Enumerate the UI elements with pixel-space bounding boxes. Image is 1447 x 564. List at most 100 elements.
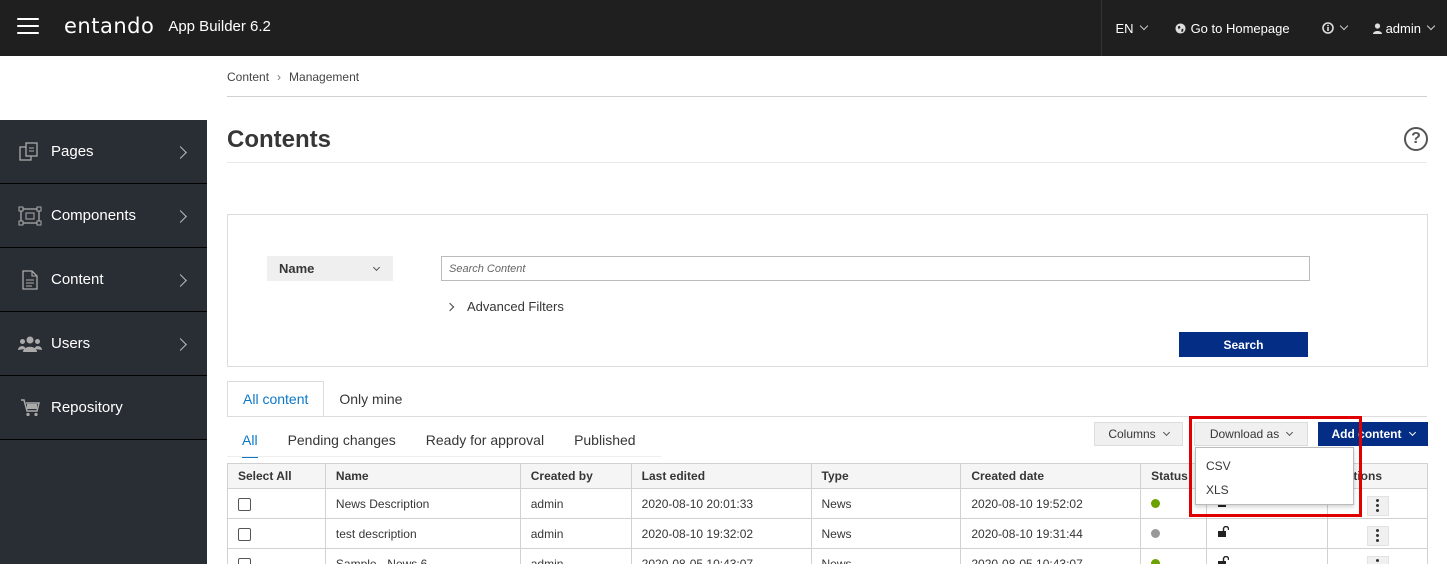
cell-name: News Description [324,488,521,519]
row-checkbox[interactable] [238,557,251,564]
columns-button[interactable]: Columns [1094,422,1183,446]
tab-published[interactable]: Published [559,424,651,456]
breadcrumb: Content › Management [227,70,359,84]
unlock-icon [1218,525,1230,537]
header-last-edited[interactable]: Last edited [630,463,812,489]
brand-logo[interactable]: entando App Builder 6.2 [64,12,271,40]
page-title: Contents [227,126,331,153]
advanced-filters-toggle[interactable]: Advanced Filters [445,299,564,314]
chevron-down-icon [372,263,381,272]
columns-label: Columns [1108,427,1156,441]
language-dropdown[interactable]: EN [1102,0,1161,56]
content-scope-tabs: All content Only mine [227,381,417,417]
sidebar-item-pages[interactable]: Pages [0,120,207,184]
cell-type: News [810,518,962,549]
cell-created-by: admin [519,518,632,549]
add-content-label: Add content [1331,427,1402,441]
kebab-icon [1369,529,1387,543]
chevron-down-icon [1426,21,1436,31]
tab-pending-changes[interactable]: Pending changes [273,424,411,456]
chevron-down-icon [1139,21,1148,31]
status-dot [1151,528,1161,538]
language-label: EN [1115,20,1134,36]
table-row: Sample - News 6 admin 2020-08-05 10:43:0… [227,548,1428,564]
sidebar-item-repository[interactable]: Repository [0,376,207,440]
top-right-menu: EN Go to Homepage admin [1100,0,1447,56]
table-row: test description admin 2020-08-10 19:32:… [227,518,1428,549]
tab-all[interactable]: All [227,424,273,458]
chevron-right-icon [174,210,187,223]
cell-name: Sample - News 6 [324,548,521,564]
sidebar-item-label: Components [51,207,137,224]
download-as-button[interactable]: Download as [1194,422,1308,446]
chevron-right-icon [445,302,455,311]
content-icon [18,269,42,290]
cell-created-by: admin [519,548,632,564]
search-field-label: Name [279,261,315,276]
download-xls-option[interactable]: XLS [1196,478,1353,502]
header-created-date[interactable]: Created date [960,463,1142,489]
cell-type: News [810,548,962,564]
cell-last-edited: 2020-08-10 20:01:33 [630,488,812,519]
user-dropdown[interactable]: admin [1359,0,1447,56]
row-actions-button[interactable] [1366,555,1389,564]
download-csv-option[interactable]: CSV [1196,454,1353,478]
chevron-down-icon [1162,428,1170,436]
sidebar-item-label: Users [51,335,91,352]
app-title: App Builder 6.2 [168,17,271,35]
search-input[interactable] [441,256,1310,281]
user-icon [1372,22,1382,34]
cell-created-date: 2020-08-10 19:52:02 [960,488,1142,519]
download-menu: CSV XLS [1195,447,1354,505]
sidebar-item-users[interactable]: Users [0,312,207,376]
header-created-by[interactable]: Created by [519,463,632,489]
row-actions-button[interactable] [1366,495,1389,516]
status-dot [1151,558,1161,564]
help-icon[interactable]: ? [1404,127,1428,151]
tab-all-content[interactable]: All content [227,381,325,417]
chevron-down-icon [1286,428,1294,436]
row-checkbox[interactable] [238,497,251,511]
cell-type: News [810,488,962,519]
cell-created-date: 2020-08-10 19:31:44 [960,518,1142,549]
components-icon [18,206,42,226]
users-icon [18,334,42,354]
homepage-label: Go to Homepage [1190,20,1290,36]
chevron-right-icon [174,338,187,351]
header-select-all[interactable]: Select All [227,463,326,489]
repository-icon [18,398,42,418]
header-name[interactable]: Name [324,463,521,489]
status-tabs: All Pending changes Ready for approval P… [227,424,651,458]
tab-ready-for-approval[interactable]: Ready for approval [411,424,559,456]
sidebar-item-label: Repository [51,399,123,416]
row-actions-button[interactable] [1366,525,1389,546]
chevron-right-icon [174,274,187,287]
go-to-homepage-link[interactable]: Go to Homepage [1161,0,1304,56]
sidebar-item-components[interactable]: Components [0,184,207,248]
add-content-button[interactable]: Add content [1318,422,1428,446]
breadcrumb-separator-icon: › [277,70,282,84]
pages-icon [18,141,42,162]
info-icon [1321,22,1334,34]
tab-only-mine[interactable]: Only mine [324,381,417,417]
cell-name: test description [324,518,521,549]
info-dropdown[interactable] [1304,0,1359,56]
logo-text: entando [64,14,155,38]
cell-last-edited: 2020-08-10 19:32:02 [630,518,812,549]
chevron-down-icon [1408,428,1416,436]
search-button[interactable]: Search [1179,332,1308,357]
status-dot [1151,498,1161,508]
unlock-icon [1218,555,1230,564]
header-type[interactable]: Type [810,463,962,489]
breadcrumb-item-content[interactable]: Content [227,70,269,84]
search-field-select[interactable]: Name [267,256,393,281]
cell-created-by: admin [519,488,632,519]
menu-icon[interactable] [17,18,39,36]
sidebar: Pages Components Content Users Repositor… [0,120,207,564]
user-label: admin [1385,20,1421,36]
sidebar-item-label: Content [51,271,104,288]
sidebar-item-content[interactable]: Content [0,248,207,312]
row-checkbox[interactable] [238,527,251,541]
cell-last-edited: 2020-08-05 10:43:07 [630,548,812,564]
top-navbar: entando App Builder 6.2 EN Go to Homepag… [0,0,1447,56]
